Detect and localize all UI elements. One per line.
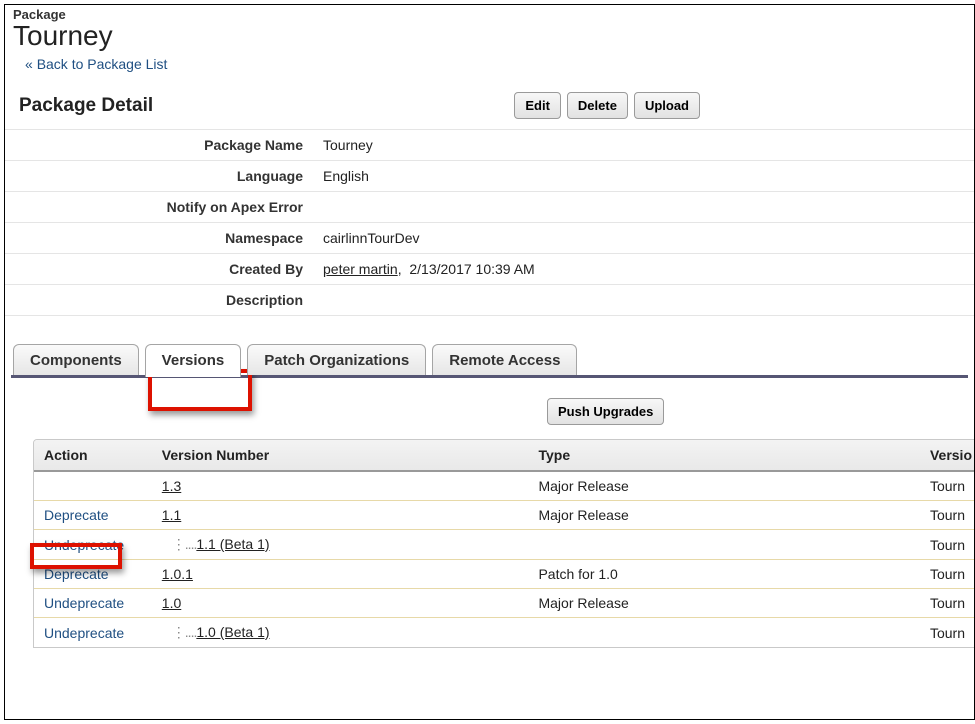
version-action-cell: Undeprecate — [34, 618, 152, 648]
version-type-cell: Patch for 1.0 — [528, 560, 920, 589]
field-label: Created By — [5, 254, 313, 285]
version-table-wrap: Action Version Number Type Versio 1.3 Maj… — [33, 439, 975, 648]
version-action-cell: Deprecate — [34, 560, 152, 589]
version-number-link[interactable]: 1.1 (Beta 1) — [196, 536, 269, 552]
created-by-date: 2/13/2017 10:39 AM — [409, 261, 534, 277]
version-tbody: 1.3Major ReleaseTournDeprecate1.1Major R… — [34, 471, 975, 647]
deprecate-action-link[interactable]: Deprecate — [44, 566, 109, 582]
col-version-name-header[interactable]: Versio — [920, 440, 975, 471]
field-value — [313, 285, 974, 316]
upload-button[interactable]: Upload — [634, 92, 700, 119]
version-name-cell: Tourn — [920, 560, 975, 589]
version-action-cell: Undeprecate — [34, 530, 152, 560]
field-row-created-by: Created By peter martin, 2/13/2017 10:39… — [5, 254, 974, 285]
tab-remote-access[interactable]: Remote Access — [432, 344, 577, 375]
detail-table: Package Name Tourney Language English No… — [5, 129, 974, 316]
field-row-namespace: Namespace cairlinnTourDev — [5, 223, 974, 254]
created-by-user-link[interactable]: peter martin — [323, 261, 398, 277]
edit-button[interactable]: Edit — [514, 92, 561, 119]
version-number-cell: 1.0.1 — [152, 560, 529, 589]
version-name-cell: Tourn — [920, 618, 975, 648]
tabs-wrap: Components Versions Patch Organizations … — [5, 344, 974, 648]
version-name-cell: Tourn — [920, 471, 975, 501]
push-upgrades-row: Push Upgrades — [11, 398, 968, 439]
tab-patch-organizations[interactable]: Patch Organizations — [247, 344, 426, 375]
version-action-cell — [34, 471, 152, 501]
field-value: peter martin, 2/13/2017 10:39 AM — [313, 254, 974, 285]
version-row: Deprecate 1.1 Major ReleaseTourn — [34, 501, 975, 530]
version-row: 1.3 Major ReleaseTourn — [34, 471, 975, 501]
field-label: Description — [5, 285, 313, 316]
undeprecate-action-link[interactable]: Undeprecate — [44, 595, 124, 611]
undeprecate-action-link[interactable]: Undeprecate — [44, 625, 124, 641]
version-type-cell: Major Release — [528, 501, 920, 530]
back-link-row: « Back to Package List — [25, 56, 966, 72]
version-table: Action Version Number Type Versio 1.3 Maj… — [34, 440, 975, 647]
version-number-cell: 1.1 — [152, 501, 529, 530]
page-root: Package Tourney « Back to Package List P… — [4, 4, 975, 720]
col-type-header[interactable]: Type — [528, 440, 920, 471]
version-number-link[interactable]: 1.0 — [162, 595, 181, 611]
detail-section-title: Package Detail — [19, 95, 153, 117]
version-row: Deprecate 1.0.1 Patch for 1.0Tourn — [34, 560, 975, 589]
version-name-cell: Tourn — [920, 530, 975, 560]
version-type-cell: Major Release — [528, 471, 920, 501]
push-upgrades-button[interactable]: Push Upgrades — [547, 398, 664, 425]
field-label: Namespace — [5, 223, 313, 254]
col-version-number-header[interactable]: Version Number — [152, 440, 529, 471]
detail-header: Package Detail Edit Delete Upload — [5, 92, 974, 129]
field-value: English — [313, 161, 974, 192]
tabs: Components Versions Patch Organizations … — [11, 344, 968, 375]
field-row-package-name: Package Name Tourney — [5, 130, 974, 161]
tree-branch-icon: ⋮.... — [172, 536, 197, 552]
field-row-language: Language English — [5, 161, 974, 192]
deprecate-action-link[interactable]: Deprecate — [44, 507, 109, 523]
version-number-link[interactable]: 1.3 — [162, 478, 181, 494]
field-row-description: Description — [5, 285, 974, 316]
version-number-link[interactable]: 1.0.1 — [162, 566, 193, 582]
package-header: Package Tourney « Back to Package List — [5, 5, 974, 72]
field-value: cairlinnTourDev — [313, 223, 974, 254]
tab-versions[interactable]: Versions — [145, 344, 242, 377]
version-name-cell: Tourn — [920, 501, 975, 530]
undeprecate-action-link[interactable]: Undeprecate — [44, 537, 124, 553]
version-name-cell: Tourn — [920, 589, 975, 618]
col-action-header[interactable]: Action — [34, 440, 152, 471]
version-table-header-row: Action Version Number Type Versio — [34, 440, 975, 471]
version-row: Undeprecate ⋮....1.0 (Beta 1) Tourn — [34, 618, 975, 648]
version-type-cell — [528, 530, 920, 560]
field-label: Language — [5, 161, 313, 192]
delete-button[interactable]: Delete — [567, 92, 628, 119]
version-number-cell: 1.3 — [152, 471, 529, 501]
field-row-notify: Notify on Apex Error — [5, 192, 974, 223]
field-label: Package Name — [5, 130, 313, 161]
field-value: Tourney — [313, 130, 974, 161]
version-number-link[interactable]: 1.1 — [162, 507, 181, 523]
version-number-cell: 1.0 — [152, 589, 529, 618]
detail-buttons: Edit Delete Upload — [514, 92, 700, 119]
created-by-separator: , — [398, 261, 402, 277]
back-to-package-list-link[interactable]: Back to Package List — [37, 56, 168, 72]
tab-components[interactable]: Components — [13, 344, 139, 375]
version-number-link[interactable]: 1.0 (Beta 1) — [196, 624, 269, 640]
version-type-cell: Major Release — [528, 589, 920, 618]
tree-branch-icon: ⋮.... — [172, 624, 197, 640]
back-chevron-icon: « — [25, 56, 33, 72]
version-action-cell: Deprecate — [34, 501, 152, 530]
field-value — [313, 192, 974, 223]
version-action-cell: Undeprecate — [34, 589, 152, 618]
version-row: Undeprecate 1.0 Major ReleaseTourn — [34, 589, 975, 618]
package-title: Tourney — [13, 20, 966, 52]
version-number-cell: ⋮....1.1 (Beta 1) — [152, 530, 529, 560]
version-row: Undeprecate ⋮....1.1 (Beta 1) Tourn — [34, 530, 975, 560]
tab-panel-versions: Push Upgrades Action Version Number Type… — [11, 375, 968, 648]
field-label: Notify on Apex Error — [5, 192, 313, 223]
version-type-cell — [528, 618, 920, 648]
version-number-cell: ⋮....1.0 (Beta 1) — [152, 618, 529, 648]
